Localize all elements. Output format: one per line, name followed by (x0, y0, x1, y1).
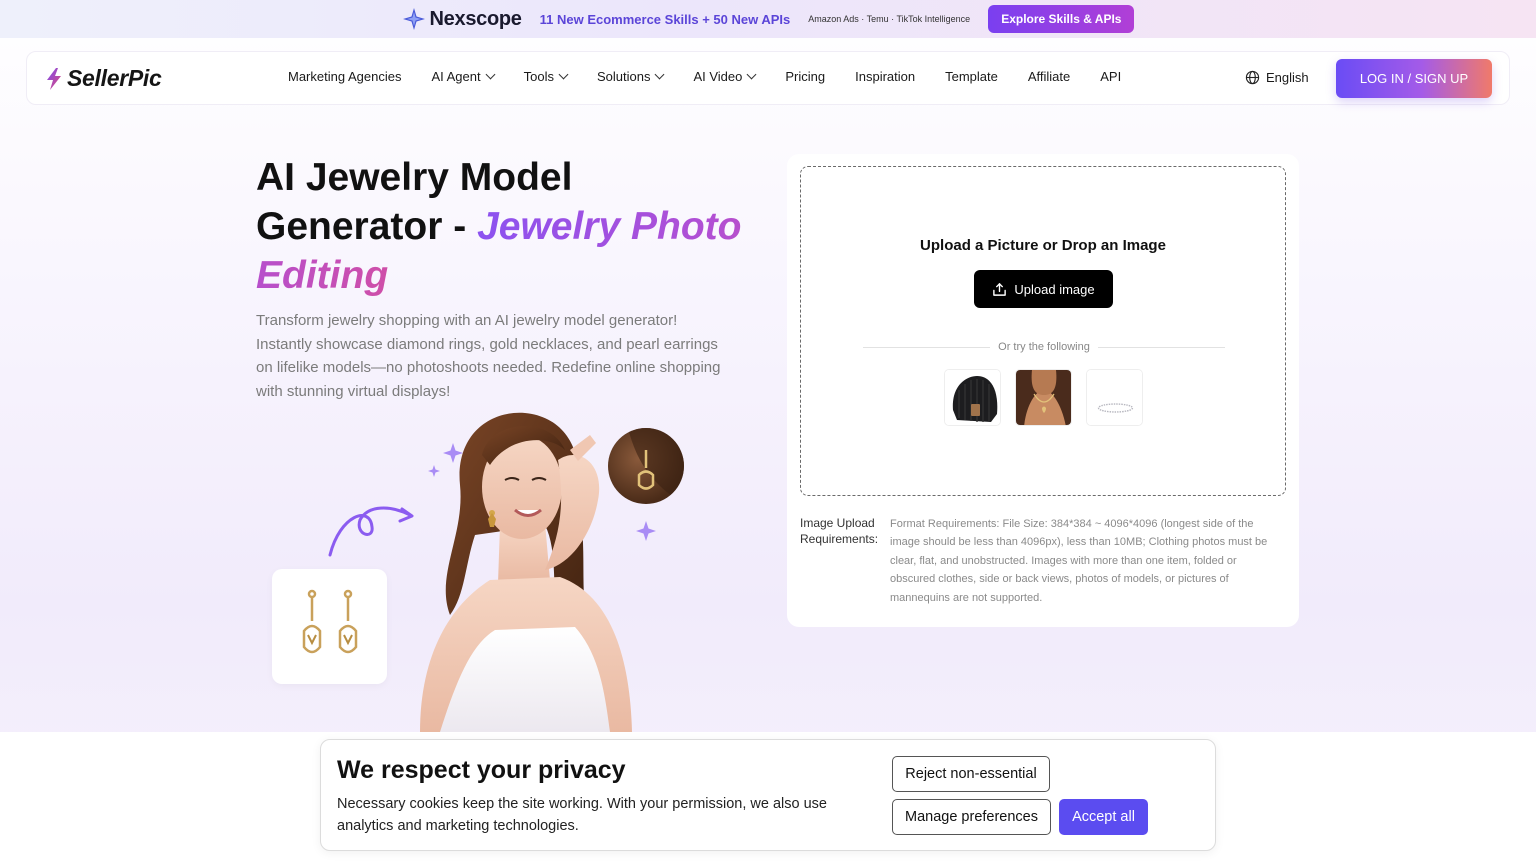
hero-description: Transform jewelry shopping with an AI je… (256, 312, 721, 400)
promo-headline: 11 New Ecommerce Skills + 50 New APIs (539, 11, 791, 27)
earring-product-card (272, 569, 387, 684)
nav-item-tools[interactable]: Tools (523, 69, 569, 84)
nav-item-template[interactable]: Template (945, 69, 998, 84)
main-nav: SellerPic Marketing Agencies AI Agent To… (26, 51, 1510, 105)
divider-line (863, 346, 991, 348)
page-title: AI Jewelry Model Generator - Jewelry Pho… (256, 153, 756, 300)
nav-item-label: Affiliate (1027, 69, 1071, 84)
promo-bar: Nexscope 11 New Ecommerce Skills + 50 Ne… (0, 0, 1536, 38)
nav-item-label: API (1100, 69, 1122, 84)
cookie-text: Necessary cookies keep the site working.… (337, 796, 827, 834)
nexscope-logo[interactable]: Nexscope (402, 7, 522, 31)
nav-item-label: Template (945, 69, 998, 84)
nexscope-star-icon (402, 8, 425, 30)
beanie-icon (945, 370, 1000, 425)
sample-image-beanie[interactable] (944, 369, 1001, 426)
nav-item-ai-agent[interactable]: AI Agent (431, 69, 496, 84)
chevron-down-icon (746, 69, 757, 80)
cookie-banner: We respect your privacy Necessary cookie… (320, 739, 1216, 851)
upload-panel: Upload a Picture or Drop an Image Upload… (787, 154, 1299, 627)
cookie-title: We respect your privacy (337, 756, 626, 784)
nav-item-label: Marketing Agencies (288, 69, 402, 84)
language-label: English (1266, 70, 1309, 85)
chevron-down-icon (655, 69, 665, 80)
hero-illustration (260, 405, 740, 732)
chevron-down-icon (558, 69, 569, 80)
manage-preferences-button[interactable]: Manage preferences (892, 799, 1051, 835)
login-signup-button[interactable]: LOG IN / SIGN UP (1336, 59, 1492, 98)
necklace-icon (1016, 370, 1071, 425)
bracelet-icon (1087, 370, 1142, 425)
nav-item-api[interactable]: API (1100, 69, 1121, 84)
sellerpic-logo[interactable]: SellerPic (45, 65, 162, 92)
nav-item-label: Pricing (785, 69, 826, 84)
nav-item-label: AI Agent (431, 69, 481, 84)
nav-item-label: Solutions (596, 69, 651, 84)
dropzone-title: Upload a Picture or Drop an Image (920, 237, 1166, 254)
nav-item-ai-video[interactable]: AI Video (693, 69, 757, 84)
sellerpic-bolt-icon (47, 67, 61, 90)
chevron-down-icon (485, 69, 496, 80)
reject-non-essential-button[interactable]: Reject non-essential (892, 756, 1050, 792)
nav-item-label: Inspiration (855, 69, 916, 84)
nav-item-pricing[interactable]: Pricing (785, 69, 825, 84)
nav-item-inspiration[interactable]: Inspiration (855, 69, 915, 84)
nexscope-brand-text: Nexscope (429, 7, 522, 30)
upload-image-label: Upload image (1014, 281, 1095, 297)
upload-icon (993, 282, 1007, 296)
sample-images (944, 369, 1143, 426)
cookie-banner-area: We respect your privacy Necessary cookie… (0, 732, 1536, 864)
try-samples-text: Or try the following (998, 341, 1090, 353)
nav-item-label: Tools (523, 69, 554, 84)
nav-item-affiliate[interactable]: Affiliate (1028, 69, 1070, 84)
nav-item-label: AI Video (693, 69, 743, 84)
try-samples-divider: Or try the following (863, 341, 1226, 353)
globe-icon (1245, 70, 1260, 85)
nav-items: Marketing Agencies AI Agent Tools Soluti… (288, 69, 1151, 84)
sample-image-bracelet[interactable] (1086, 369, 1143, 426)
sellerpic-brand-text: SellerPic (67, 65, 162, 91)
upload-requirements-text: Format Requirements: File Size: 384*384 … (890, 518, 1268, 604)
sample-image-necklace[interactable] (1015, 369, 1072, 426)
nav-item-marketing-agencies[interactable]: Marketing Agencies (288, 69, 401, 84)
earring-icon (302, 589, 358, 654)
divider-line (1097, 346, 1226, 348)
explore-skills-button[interactable]: Explore Skills & APIs (988, 5, 1135, 33)
accept-all-button[interactable]: Accept all (1059, 799, 1148, 835)
upload-requirements-label: Image Upload Requirements: (800, 516, 879, 546)
upload-image-button[interactable]: Upload image (974, 270, 1113, 308)
language-selector[interactable]: English (1245, 70, 1309, 85)
earring-zoom-image (608, 428, 684, 504)
promo-tags: Amazon Ads · Temu · TikTok Intelligence (808, 14, 971, 24)
earring-closeup-icon (608, 428, 684, 504)
nav-item-solutions[interactable]: Solutions (596, 69, 665, 84)
image-dropzone[interactable]: Upload a Picture or Drop an Image Upload… (800, 166, 1286, 496)
